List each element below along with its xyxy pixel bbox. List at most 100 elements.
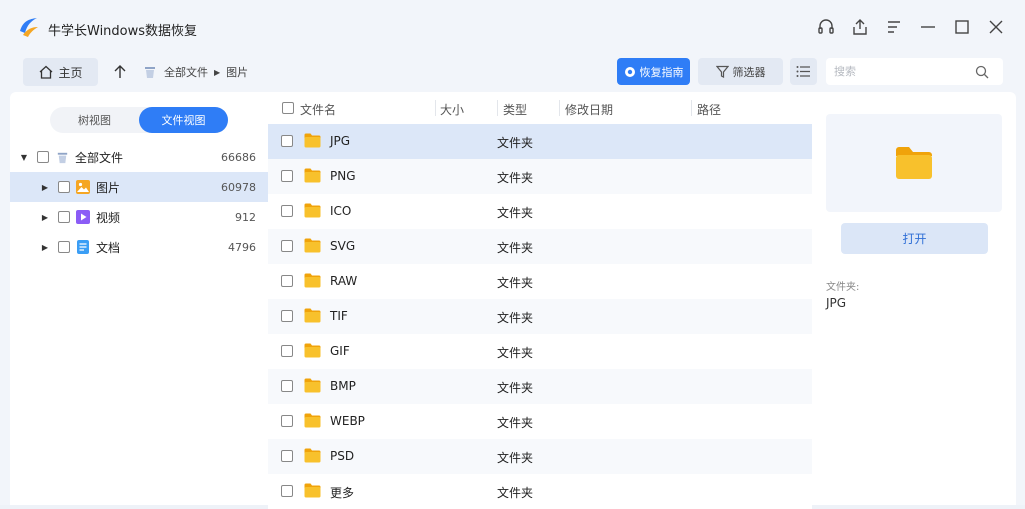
- collapse-arrow-icon[interactable]: ▶: [40, 243, 50, 252]
- filter-label: 筛选器: [732, 65, 766, 79]
- column-header-type[interactable]: 类型: [503, 101, 527, 118]
- table-row[interactable]: TIF 文件夹: [268, 299, 812, 334]
- row-checkbox[interactable]: [281, 275, 293, 287]
- column-header-size[interactable]: 大小: [440, 101, 464, 118]
- tab-file-view[interactable]: 文件视图: [139, 107, 228, 133]
- menu-icon[interactable]: [883, 16, 905, 38]
- table-row[interactable]: WEBP 文件夹: [268, 404, 812, 439]
- tree-item-images[interactable]: ▶ 图片 60978: [10, 172, 268, 202]
- file-rows: JPG 文件夹 PNG 文件夹 ICO 文件夹 SVG 文件夹 RAW 文件夹 TIF 文件夹 GIF 文…: [268, 124, 812, 509]
- table-row[interactable]: 更多 文件夹: [268, 474, 812, 509]
- category-tree: ▼ 全部文件 66686 ▶ 图片 60978 ▶ 视频 912 ▶ 文档 47…: [10, 142, 268, 262]
- row-checkbox[interactable]: [281, 240, 293, 252]
- search-icon[interactable]: [971, 65, 993, 79]
- column-divider[interactable]: [497, 100, 498, 116]
- folder-icon: [304, 168, 321, 183]
- checkbox[interactable]: [37, 151, 49, 163]
- up-directory-button[interactable]: [110, 58, 130, 86]
- file-type: 文件夹: [497, 486, 534, 500]
- breadcrumb: 全部文件 ▶ 图片: [142, 64, 248, 80]
- checkbox[interactable]: [58, 181, 70, 193]
- tree-item-videos[interactable]: ▶ 视频 912: [10, 202, 268, 232]
- column-header-modified-date[interactable]: 修改日期: [565, 101, 613, 118]
- row-checkbox[interactable]: [281, 345, 293, 357]
- file-name: RAW: [330, 274, 358, 288]
- table-row[interactable]: PNG 文件夹: [268, 159, 812, 194]
- folder-icon: [304, 203, 321, 218]
- file-name: TIF: [330, 309, 348, 323]
- collapse-arrow-icon[interactable]: ▶: [40, 183, 50, 192]
- tree-item-documents[interactable]: ▶ 文档 4796: [10, 232, 268, 262]
- row-checkbox[interactable]: [281, 310, 293, 322]
- file-name: PNG: [330, 169, 356, 183]
- document-icon: [75, 239, 91, 255]
- minimize-icon[interactable]: [917, 16, 939, 38]
- row-checkbox[interactable]: [281, 415, 293, 427]
- search-input[interactable]: [826, 59, 971, 84]
- table-row[interactable]: PSD 文件夹: [268, 439, 812, 474]
- file-type: 文件夹: [497, 171, 534, 185]
- title-bar: 牛学长Windows数据恢复: [0, 0, 1025, 52]
- select-all-checkbox[interactable]: [282, 102, 294, 114]
- folder-info-label: 文件夹:: [826, 282, 860, 293]
- row-checkbox[interactable]: [281, 135, 293, 147]
- breadcrumb-item-images[interactable]: 图片: [226, 64, 248, 80]
- file-name: PSD: [330, 449, 355, 463]
- tree-item-count: 66686: [221, 150, 256, 164]
- breadcrumb-item-all-files[interactable]: 全部文件: [164, 64, 208, 80]
- row-checkbox[interactable]: [281, 205, 293, 217]
- recovery-guide-button[interactable]: 恢复指南: [617, 58, 690, 85]
- folder-icon: [304, 238, 321, 253]
- open-button[interactable]: 打开: [841, 223, 988, 254]
- file-type: 文件夹: [497, 451, 534, 465]
- maximize-icon[interactable]: [951, 16, 973, 38]
- filter-button[interactable]: 筛选器: [698, 58, 783, 85]
- folder-icon: [304, 343, 321, 358]
- column-divider[interactable]: [691, 100, 692, 116]
- file-type: 文件夹: [497, 346, 534, 360]
- arrow-up-icon: [114, 65, 126, 78]
- collapse-arrow-icon[interactable]: ▶: [40, 213, 50, 222]
- row-checkbox[interactable]: [281, 485, 293, 497]
- folder-icon: [304, 483, 321, 498]
- table-row[interactable]: RAW 文件夹: [268, 264, 812, 299]
- tree-item-label: 图片: [96, 180, 121, 195]
- share-icon[interactable]: [849, 16, 871, 38]
- preview-area: [826, 114, 1002, 212]
- expand-arrow-icon[interactable]: ▼: [19, 153, 29, 162]
- folder-icon: [304, 273, 321, 288]
- home-button[interactable]: 主页: [23, 58, 98, 86]
- tab-tree-view[interactable]: 树视图: [50, 107, 139, 133]
- file-type: 文件夹: [497, 136, 534, 150]
- row-checkbox[interactable]: [281, 380, 293, 392]
- tree-item-all-files[interactable]: ▼ 全部文件 66686: [10, 142, 268, 172]
- app-logo-icon: [20, 18, 38, 37]
- row-checkbox[interactable]: [281, 170, 293, 182]
- table-row[interactable]: BMP 文件夹: [268, 369, 812, 404]
- table-row[interactable]: SVG 文件夹: [268, 229, 812, 264]
- folder-info-value: JPG: [826, 296, 847, 310]
- table-row[interactable]: JPG 文件夹: [268, 124, 812, 159]
- app-title: 牛学长Windows数据恢复: [48, 24, 198, 39]
- list-view-button[interactable]: [790, 58, 817, 85]
- headset-icon[interactable]: [815, 16, 837, 38]
- table-row[interactable]: GIF 文件夹: [268, 334, 812, 369]
- column-header-name[interactable]: 文件名: [300, 101, 336, 118]
- table-row[interactable]: ICO 文件夹: [268, 194, 812, 229]
- folder-icon: [304, 308, 321, 323]
- checkbox[interactable]: [58, 211, 70, 223]
- filter-icon: [715, 65, 729, 78]
- tree-item-count: 912: [235, 210, 256, 224]
- window-controls: [815, 16, 1007, 38]
- close-icon[interactable]: [985, 16, 1007, 38]
- row-checkbox[interactable]: [281, 450, 293, 462]
- file-name: WEBP: [330, 414, 365, 428]
- column-header-path[interactable]: 路径: [697, 101, 721, 118]
- checkbox[interactable]: [58, 241, 70, 253]
- column-divider[interactable]: [559, 100, 560, 116]
- view-toggle: 树视图 文件视图: [50, 107, 228, 133]
- file-type: 文件夹: [497, 276, 534, 290]
- file-type: 文件夹: [497, 206, 534, 220]
- image-icon: [75, 179, 91, 195]
- column-divider[interactable]: [435, 100, 436, 116]
